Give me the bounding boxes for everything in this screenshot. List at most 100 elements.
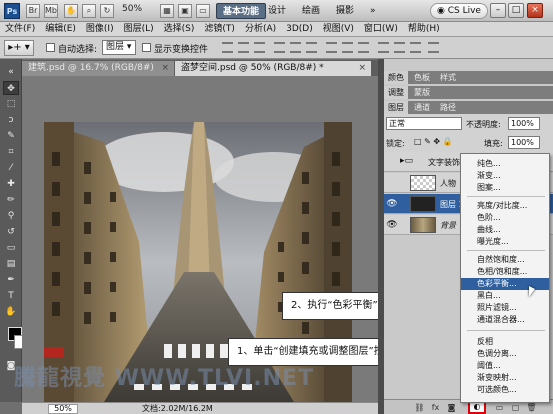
auto-select-checkbox[interactable] — [46, 43, 55, 52]
gradient-tool-icon[interactable]: ▤ — [3, 257, 19, 271]
arrange-icon[interactable]: ▣ — [178, 4, 192, 18]
document-size[interactable]: 文档:2.02M/16.2M — [142, 403, 213, 414]
tab-close-icon[interactable]: × — [161, 61, 169, 76]
align-left-icon[interactable] — [274, 42, 285, 53]
workspace-painting[interactable]: 绘画 — [296, 3, 326, 19]
move-tool-icon[interactable]: ✥ — [3, 81, 19, 95]
align-right-icon[interactable] — [306, 42, 317, 53]
menu-levels[interactable]: 色阶... — [461, 212, 549, 224]
visibility-eye-icon[interactable]: 👁 — [386, 198, 398, 210]
align-bottom-icon[interactable] — [254, 42, 265, 53]
align-hcenter-icon[interactable] — [290, 42, 301, 53]
bridge-icon[interactable]: Br — [26, 4, 40, 18]
distribute-top-icon[interactable] — [326, 42, 337, 53]
hand-view-icon[interactable]: ✋ — [64, 4, 78, 18]
clone-stamp-tool-icon[interactable]: ⚲ — [3, 209, 19, 223]
distribute-left-icon[interactable] — [378, 42, 389, 53]
tab-channels[interactable]: 通道 — [410, 101, 434, 114]
menu-selective-color[interactable]: 可选颜色... — [461, 384, 549, 396]
menu-posterize[interactable]: 色调分离... — [461, 348, 549, 360]
cs-live-button[interactable]: ◉ CS Live — [430, 3, 488, 19]
tab-styles[interactable]: 样式 — [436, 71, 460, 84]
rotate-view-icon[interactable]: ↻ — [100, 4, 114, 18]
zoom-level[interactable]: 50% — [122, 4, 142, 14]
menu-black-white[interactable]: 黑白... — [461, 290, 549, 302]
lasso-tool-icon[interactable]: ↄ — [3, 113, 19, 127]
visibility-eye-icon[interactable] — [386, 177, 398, 189]
type-tool-icon[interactable]: T — [3, 289, 19, 303]
tab-paths[interactable]: 路径 — [436, 101, 460, 114]
align-vcenter-icon[interactable] — [238, 42, 249, 53]
tool-preset-picker[interactable]: ▸+ ▾ — [4, 40, 34, 56]
close-button[interactable]: × — [527, 3, 543, 18]
lock-icons[interactable]: □ ✎ ✥ 🔒 — [414, 137, 453, 146]
menu-image[interactable]: 图像(I) — [81, 22, 119, 36]
new-layer-icon[interactable]: ▢ — [510, 402, 521, 413]
distribute-hcenter-icon[interactable] — [394, 42, 405, 53]
menu-file[interactable]: 文件(F) — [0, 22, 40, 36]
crop-tool-icon[interactable]: ⌗ — [3, 145, 19, 159]
menu-analysis[interactable]: 分析(A) — [240, 22, 281, 36]
menu-help[interactable]: 帮助(H) — [403, 22, 445, 36]
eyedropper-tool-icon[interactable]: ⁄ — [3, 161, 19, 175]
auto-select-dropdown[interactable]: 图层 ▾ — [102, 40, 136, 55]
menu-threshold[interactable]: 阈值... — [461, 360, 549, 372]
collapse-tools-icon[interactable]: « — [3, 65, 19, 79]
tab-jianzhu[interactable]: 建筑.psd @ 16.7% (RGB/8#) × — [22, 61, 174, 76]
screen-mode-icon[interactable]: ▭ — [196, 4, 210, 18]
healing-brush-tool-icon[interactable]: ✚ — [3, 177, 19, 191]
menu-photo-filter[interactable]: 照片滤镜... — [461, 302, 549, 314]
hand-tool-icon[interactable]: ✋ — [3, 305, 19, 319]
tab-swatches[interactable]: 色板 — [410, 71, 434, 84]
restore-button[interactable]: □ — [508, 3, 524, 18]
distribute-bottom-icon[interactable] — [358, 42, 369, 53]
grid-icon[interactable]: ▦ — [160, 4, 174, 18]
add-mask-icon[interactable]: ◙ — [446, 402, 457, 413]
workspace-photography[interactable]: 摄影 — [330, 3, 360, 19]
menu-exposure[interactable]: 曝光度... — [461, 236, 549, 248]
visibility-eye-icon[interactable]: 👁 — [386, 219, 398, 231]
menu-color-balance[interactable]: 色彩平衡... — [461, 278, 549, 290]
minimize-button[interactable]: – — [490, 3, 506, 18]
brush-tool-icon[interactable]: ✏ — [3, 193, 19, 207]
align-top-icon[interactable] — [222, 42, 233, 53]
fill-field[interactable]: 100% — [508, 136, 540, 149]
menu-brightness-contrast[interactable]: 亮度/对比度... — [461, 200, 549, 212]
zoom-view-icon[interactable]: ⌕ — [82, 4, 96, 18]
auto-align-icon[interactable] — [428, 42, 439, 53]
tab-color[interactable]: 颜色 — [384, 71, 408, 84]
tab-close-icon[interactable]: × — [358, 61, 366, 76]
eraser-tool-icon[interactable]: ▭ — [3, 241, 19, 255]
delete-layer-icon[interactable]: 🗑 — [526, 402, 537, 413]
menu-invert[interactable]: 反相 — [461, 336, 549, 348]
distribute-vcenter-icon[interactable] — [342, 42, 353, 53]
opacity-field[interactable]: 100% — [508, 117, 540, 130]
menu-hue-saturation[interactable]: 色相/饱和度... — [461, 266, 549, 278]
menu-channel-mixer[interactable]: 通道混合器... — [461, 314, 549, 326]
menu-select[interactable]: 选择(S) — [159, 22, 200, 36]
workspace-essentials[interactable]: 基本功能 — [216, 3, 267, 19]
pen-tool-icon[interactable]: ✒ — [3, 273, 19, 287]
show-transform-checkbox[interactable] — [142, 43, 151, 52]
blend-mode-select[interactable]: 正常 — [386, 117, 462, 130]
minibridge-icon[interactable]: Mb — [44, 4, 58, 18]
menu-solid-color[interactable]: 纯色... — [461, 158, 549, 170]
workspace-design[interactable]: 设计 — [262, 3, 292, 19]
menu-edit[interactable]: 编辑(E) — [40, 22, 81, 36]
tab-adjustments[interactable]: 调整 — [384, 86, 408, 99]
menu-view[interactable]: 视图(V) — [318, 22, 359, 36]
link-layers-icon[interactable]: ⛓ — [414, 402, 425, 413]
new-group-icon[interactable]: ▭ — [494, 402, 505, 413]
menu-window[interactable]: 窗口(W) — [359, 22, 403, 36]
menu-vibrance[interactable]: 自然饱和度... — [461, 254, 549, 266]
menu-gradient[interactable]: 渐变... — [461, 170, 549, 182]
menu-curves[interactable]: 曲线... — [461, 224, 549, 236]
history-brush-tool-icon[interactable]: ↺ — [3, 225, 19, 239]
status-zoom-field[interactable]: 50% — [48, 404, 78, 414]
marquee-tool-icon[interactable]: ⬚ — [3, 97, 19, 111]
layer-style-icon[interactable]: fx — [430, 402, 441, 413]
menu-layer[interactable]: 图层(L) — [119, 22, 159, 36]
quick-select-tool-icon[interactable]: ✎ — [3, 129, 19, 143]
tab-masks[interactable]: 蒙版 — [410, 86, 434, 99]
tab-layers[interactable]: 图层 — [384, 101, 408, 114]
